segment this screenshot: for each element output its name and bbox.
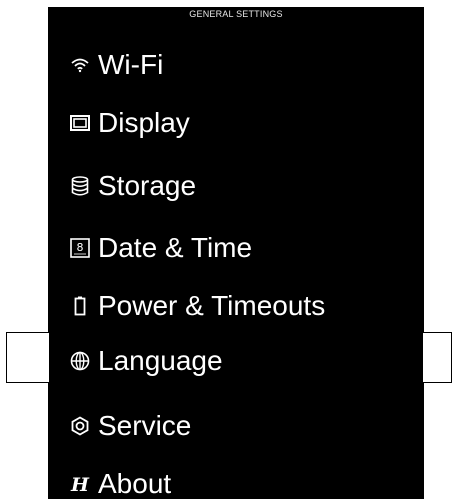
globe-icon bbox=[68, 349, 92, 373]
menu-item-service[interactable]: Service bbox=[68, 404, 191, 448]
svg-text:8: 8 bbox=[77, 241, 84, 254]
menu-item-language[interactable]: Language bbox=[68, 339, 223, 383]
page-title: GENERAL SETTINGS bbox=[189, 9, 283, 19]
menu-item-label: Display bbox=[98, 107, 190, 138]
menu-item-label: Wi-Fi bbox=[98, 49, 164, 80]
about-logo-icon: H bbox=[68, 472, 92, 496]
menu-item-label: Language bbox=[98, 345, 223, 376]
menu-item-wifi[interactable]: Wi-Fi bbox=[68, 43, 163, 87]
menu-item-label: Date & Time bbox=[98, 232, 253, 263]
battery-icon bbox=[68, 294, 92, 318]
settings-screen: GENERAL SETTINGS Wi-Fi Display Storage 8… bbox=[48, 7, 424, 499]
menu-item-display[interactable]: Display bbox=[68, 101, 190, 145]
menu-item-date-time[interactable]: 8 Date & Time bbox=[68, 226, 252, 270]
menu-item-label: Storage bbox=[98, 170, 197, 201]
svg-text:H: H bbox=[70, 474, 90, 494]
wifi-icon bbox=[68, 53, 92, 77]
menu-item-label: Power & Timeouts bbox=[98, 290, 326, 321]
service-icon bbox=[68, 414, 92, 438]
menu-item-label: About bbox=[98, 468, 172, 499]
menu-item-about[interactable]: H About bbox=[68, 462, 171, 499]
menu-item-storage[interactable]: Storage bbox=[68, 164, 196, 208]
display-icon bbox=[68, 111, 92, 135]
menu-item-label: Service bbox=[98, 410, 192, 441]
storage-icon bbox=[68, 174, 92, 198]
menu-item-power-timeouts[interactable]: Power & Timeouts bbox=[68, 284, 325, 328]
calendar-icon: 8 bbox=[68, 236, 92, 260]
